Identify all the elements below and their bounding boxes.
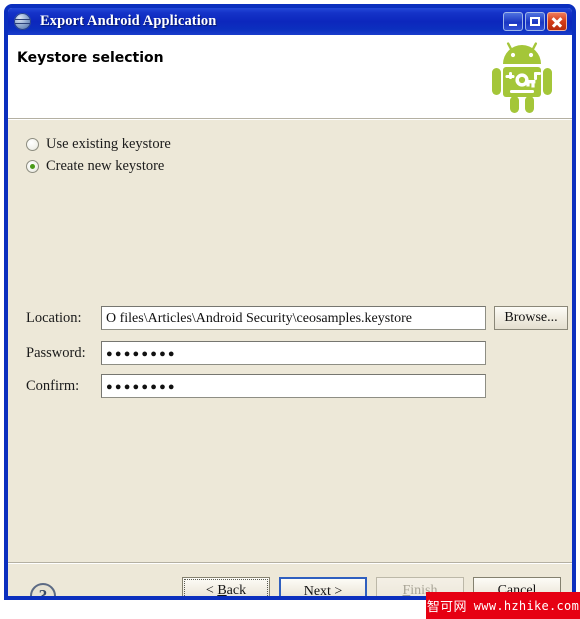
close-icon[interactable] — [547, 12, 567, 31]
watermark-url: www.hzhike.com — [473, 598, 580, 613]
confirm-row: Confirm: ●●●●●●●● — [26, 374, 486, 398]
minimize-icon[interactable] — [503, 12, 523, 31]
window-titlebar: Export Android Application — [8, 8, 572, 35]
export-android-application-dialog: Export Android Application Keystore sele… — [4, 4, 576, 600]
window-title: Export Android Application — [40, 13, 217, 29]
globe-icon — [14, 13, 31, 30]
maximize-icon[interactable] — [525, 12, 545, 31]
back-button[interactable]: < Back — [182, 577, 270, 596]
confirm-label: Confirm: — [26, 377, 80, 394]
help-icon[interactable]: ? — [30, 583, 56, 596]
radio-create-new-keystore[interactable]: Create new keystore — [26, 158, 164, 175]
window-controls — [503, 12, 570, 31]
location-label: Location: — [26, 309, 82, 326]
wizard-body: Use existing keystore Create new keystor… — [8, 119, 572, 562]
next-button[interactable]: Next > — [279, 577, 367, 596]
radio-use-existing-keystore[interactable]: Use existing keystore — [26, 136, 171, 153]
password-input[interactable]: ●●●●●●●● — [101, 341, 486, 365]
android-robot-icon — [492, 42, 552, 113]
wizard-header: Keystore selection — [8, 35, 572, 119]
confirm-password-input[interactable]: ●●●●●●●● — [101, 374, 486, 398]
location-row: Location: O files\Articles\Android Secur… — [26, 306, 486, 330]
browse-button[interactable]: Browse... — [494, 306, 568, 330]
radio-checked-icon — [26, 160, 39, 173]
site-watermark: 智可网 www.hzhike.com — [426, 592, 580, 619]
password-row: Password: ●●●●●●●● — [26, 341, 486, 365]
radio-use-existing-keystore-label: Use existing keystore — [46, 136, 171, 152]
password-label: Password: — [26, 344, 86, 361]
location-input[interactable]: O files\Articles\Android Security\ceosam… — [101, 306, 486, 330]
page-title: Keystore selection — [17, 50, 164, 66]
watermark-brand: 智可网 — [426, 600, 467, 615]
radio-unchecked-icon — [26, 138, 39, 151]
radio-create-new-keystore-label: Create new keystore — [46, 158, 165, 174]
